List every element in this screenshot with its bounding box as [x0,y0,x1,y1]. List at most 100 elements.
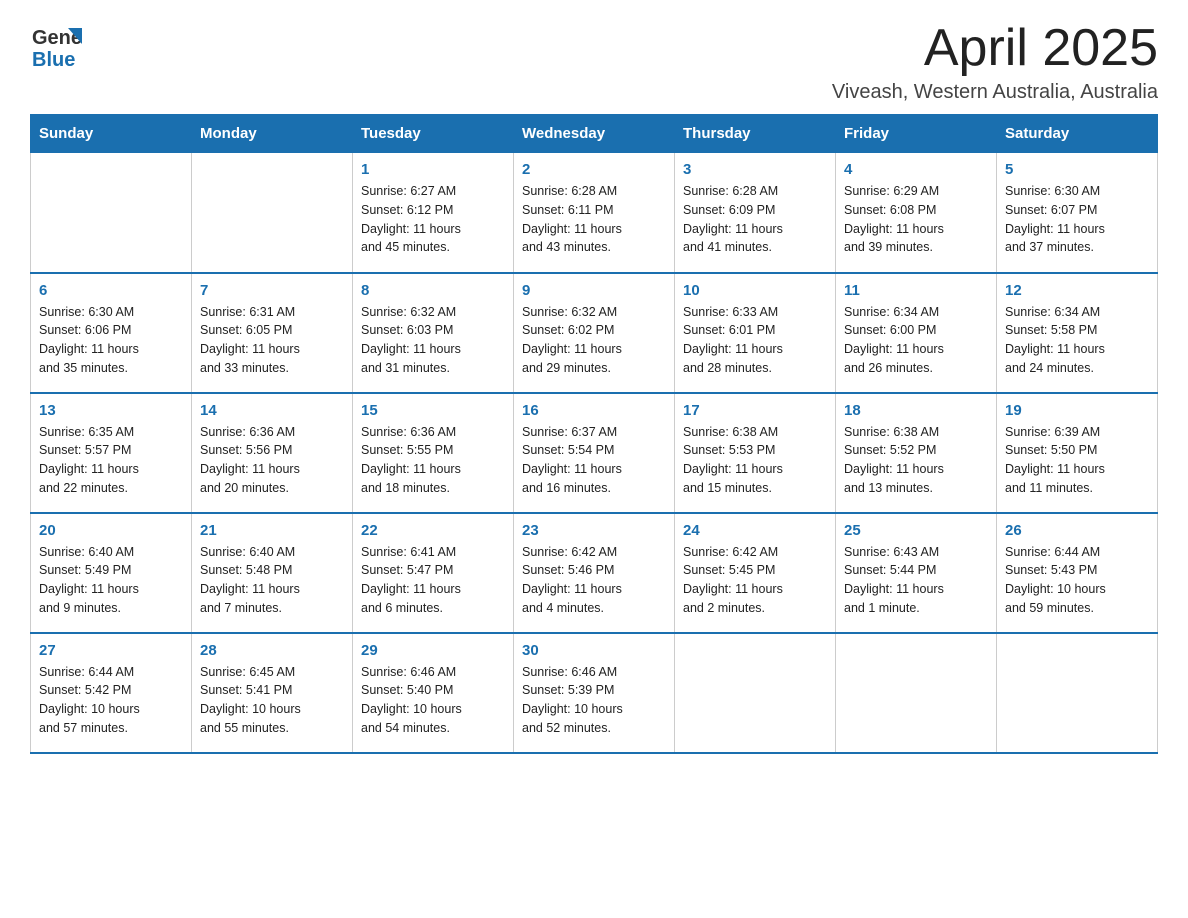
month-title: April 2025 [832,20,1158,77]
day-info: Sunrise: 6:30 AM Sunset: 6:07 PM Dayligh… [1005,182,1149,257]
day-info: Sunrise: 6:43 AM Sunset: 5:44 PM Dayligh… [844,543,988,618]
day-number: 9 [522,282,666,299]
day-number: 15 [361,402,505,419]
day-info: Sunrise: 6:46 AM Sunset: 5:40 PM Dayligh… [361,663,505,738]
day-number: 26 [1005,522,1149,539]
day-number: 25 [844,522,988,539]
col-monday: Monday [192,115,353,153]
day-cell-4-2: 29 Sunrise: 6:46 AM Sunset: 5:40 PM Dayli… [353,633,514,753]
day-cell-4-0: 27 Sunrise: 6:44 AM Sunset: 5:42 PM Dayli… [31,633,192,753]
day-info: Sunrise: 6:34 AM Sunset: 5:58 PM Dayligh… [1005,303,1149,378]
page-header: General Blue April 2025 Viveash, Western… [30,20,1158,104]
day-cell-4-4 [675,633,836,753]
col-saturday: Saturday [997,115,1158,153]
day-info: Sunrise: 6:32 AM Sunset: 6:03 PM Dayligh… [361,303,505,378]
day-number: 4 [844,161,988,178]
col-wednesday: Wednesday [514,115,675,153]
day-info: Sunrise: 6:46 AM Sunset: 5:39 PM Dayligh… [522,663,666,738]
week-row-2: 6Sunrise: 6:30 AM Sunset: 6:06 PM Daylig… [31,273,1158,393]
day-number: 28 [200,642,344,659]
day-number: 5 [1005,161,1149,178]
day-number: 13 [39,402,183,419]
day-number: 8 [361,282,505,299]
day-info: Sunrise: 6:45 AM Sunset: 5:41 PM Dayligh… [200,663,344,738]
location-subtitle: Viveash, Western Australia, Australia [832,81,1158,104]
day-cell-1-2: 8 Sunrise: 6:32 AM Sunset: 6:03 PM Daylig… [353,273,514,393]
day-info: Sunrise: 6:33 AM Sunset: 6:01 PM Dayligh… [683,303,827,378]
day-info: Sunrise: 6:30 AM Sunset: 6:06 PM Dayligh… [39,303,183,378]
day-cell-3-4: 24 Sunrise: 6:42 AM Sunset: 5:45 PM Dayli… [675,513,836,633]
day-cell-2-5: 18 Sunrise: 6:38 AM Sunset: 5:52 PM Dayli… [836,393,997,513]
day-number: 20 [39,522,183,539]
day-info: Sunrise: 6:41 AM Sunset: 5:47 PM Dayligh… [361,543,505,618]
day-number: 14 [200,402,344,419]
col-sunday: Sunday [31,115,192,153]
day-info: Sunrise: 6:35 AM Sunset: 5:57 PM Dayligh… [39,423,183,498]
day-cell-2-3: 16 Sunrise: 6:37 AM Sunset: 5:54 PM Dayli… [514,393,675,513]
day-info: Sunrise: 6:28 AM Sunset: 6:11 PM Dayligh… [522,182,666,257]
day-number: 19 [1005,402,1149,419]
day-info: Sunrise: 6:40 AM Sunset: 5:48 PM Dayligh… [200,543,344,618]
day-cell-0-4: 3Sunrise: 6:28 AM Sunset: 6:09 PM Daylig… [675,153,836,273]
day-cell-3-0: 20 Sunrise: 6:40 AM Sunset: 5:49 PM Dayli… [31,513,192,633]
day-cell-4-6 [997,633,1158,753]
day-number: 11 [844,282,988,299]
day-info: Sunrise: 6:42 AM Sunset: 5:45 PM Dayligh… [683,543,827,618]
day-number: 10 [683,282,827,299]
week-row-5: 27 Sunrise: 6:44 AM Sunset: 5:42 PM Dayli… [31,633,1158,753]
day-cell-0-2: 1 Sunrise: 6:27 AM Sunset: 6:12 PM Daylig… [353,153,514,273]
day-number: 22 [361,522,505,539]
day-info: Sunrise: 6:38 AM Sunset: 5:52 PM Dayligh… [844,423,988,498]
col-thursday: Thursday [675,115,836,153]
day-info: Sunrise: 6:29 AM Sunset: 6:08 PM Dayligh… [844,182,988,257]
day-cell-2-1: 14Sunrise: 6:36 AM Sunset: 5:56 PM Dayli… [192,393,353,513]
day-number: 24 [683,522,827,539]
day-info: Sunrise: 6:42 AM Sunset: 5:46 PM Dayligh… [522,543,666,618]
day-number: 16 [522,402,666,419]
day-info: Sunrise: 6:31 AM Sunset: 6:05 PM Dayligh… [200,303,344,378]
day-number: 23 [522,522,666,539]
day-cell-3-2: 22 Sunrise: 6:41 AM Sunset: 5:47 PM Dayli… [353,513,514,633]
day-info: Sunrise: 6:32 AM Sunset: 6:02 PM Dayligh… [522,303,666,378]
day-cell-0-6: 5 Sunrise: 6:30 AM Sunset: 6:07 PM Daylig… [997,153,1158,273]
day-cell-4-5 [836,633,997,753]
day-info: Sunrise: 6:44 AM Sunset: 5:42 PM Dayligh… [39,663,183,738]
week-row-3: 13 Sunrise: 6:35 AM Sunset: 5:57 PM Dayli… [31,393,1158,513]
day-cell-3-5: 25 Sunrise: 6:43 AM Sunset: 5:44 PM Dayli… [836,513,997,633]
calendar-header-row: Sunday Monday Tuesday Wednesday Thursday… [31,115,1158,153]
svg-text:Blue: Blue [32,49,75,71]
title-section: April 2025 Viveash, Western Australia, A… [832,20,1158,104]
day-number: 1 [361,161,505,178]
day-info: Sunrise: 6:34 AM Sunset: 6:00 PM Dayligh… [844,303,988,378]
day-cell-1-4: 10 Sunrise: 6:33 AM Sunset: 6:01 PM Dayli… [675,273,836,393]
day-cell-4-3: 30 Sunrise: 6:46 AM Sunset: 5:39 PM Dayli… [514,633,675,753]
logo-icon: General Blue [30,20,82,72]
day-cell-3-1: 21Sunrise: 6:40 AM Sunset: 5:48 PM Dayli… [192,513,353,633]
day-cell-2-4: 17 Sunrise: 6:38 AM Sunset: 5:53 PM Dayli… [675,393,836,513]
day-cell-0-0 [31,153,192,273]
day-cell-0-3: 2Sunrise: 6:28 AM Sunset: 6:11 PM Daylig… [514,153,675,273]
day-cell-4-1: 28 Sunrise: 6:45 AM Sunset: 5:41 PM Dayli… [192,633,353,753]
col-tuesday: Tuesday [353,115,514,153]
day-cell-1-5: 11 Sunrise: 6:34 AM Sunset: 6:00 PM Dayli… [836,273,997,393]
day-cell-0-1 [192,153,353,273]
day-number: 30 [522,642,666,659]
day-info: Sunrise: 6:39 AM Sunset: 5:50 PM Dayligh… [1005,423,1149,498]
day-number: 29 [361,642,505,659]
day-number: 27 [39,642,183,659]
col-friday: Friday [836,115,997,153]
day-info: Sunrise: 6:40 AM Sunset: 5:49 PM Dayligh… [39,543,183,618]
day-number: 3 [683,161,827,178]
day-number: 17 [683,402,827,419]
day-info: Sunrise: 6:37 AM Sunset: 5:54 PM Dayligh… [522,423,666,498]
day-cell-1-0: 6Sunrise: 6:30 AM Sunset: 6:06 PM Daylig… [31,273,192,393]
day-number: 18 [844,402,988,419]
day-cell-2-2: 15Sunrise: 6:36 AM Sunset: 5:55 PM Dayli… [353,393,514,513]
day-info: Sunrise: 6:27 AM Sunset: 6:12 PM Dayligh… [361,182,505,257]
day-cell-3-6: 26 Sunrise: 6:44 AM Sunset: 5:43 PM Dayli… [997,513,1158,633]
day-number: 12 [1005,282,1149,299]
day-cell-2-6: 19 Sunrise: 6:39 AM Sunset: 5:50 PM Dayli… [997,393,1158,513]
day-info: Sunrise: 6:38 AM Sunset: 5:53 PM Dayligh… [683,423,827,498]
logo: General Blue [30,20,82,72]
day-info: Sunrise: 6:44 AM Sunset: 5:43 PM Dayligh… [1005,543,1149,618]
